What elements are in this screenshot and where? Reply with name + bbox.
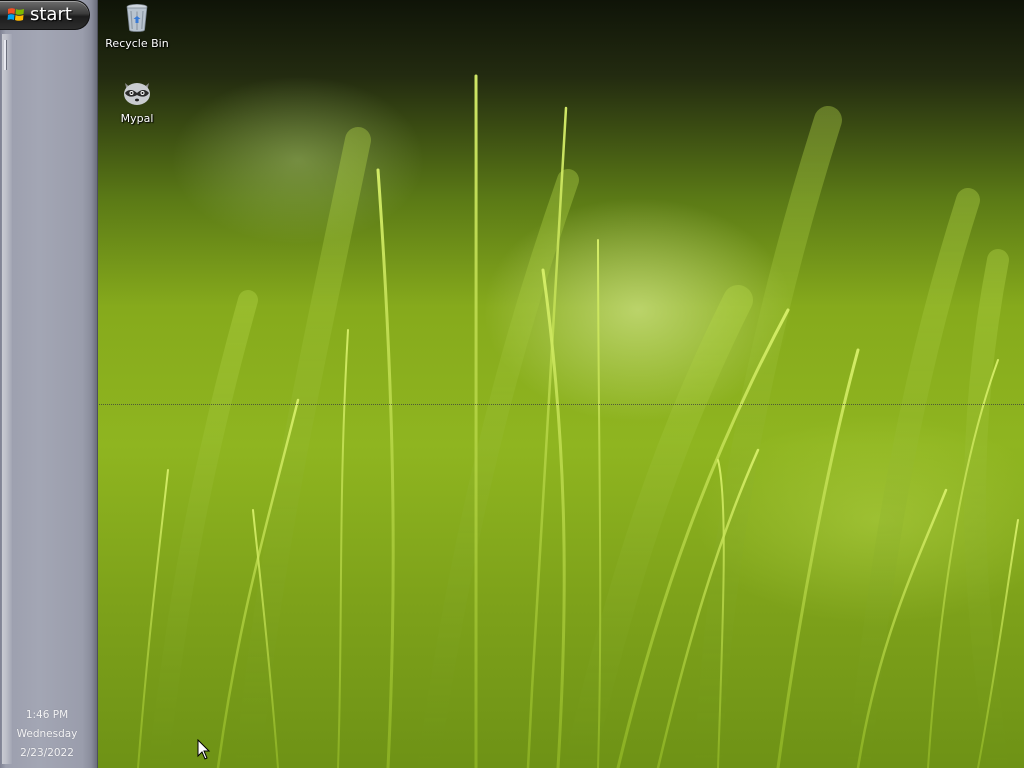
- desktop-wallpaper: [98, 0, 1024, 768]
- recycle-bin-icon: [121, 2, 153, 34]
- clock-day: Wednesday: [16, 728, 78, 740]
- taskbar-highlight: [2, 34, 12, 764]
- desktop-icon-recycle-bin[interactable]: Recycle Bin: [97, 2, 177, 50]
- windows-logo-icon: [7, 6, 25, 24]
- mouse-cursor-icon: [197, 739, 211, 760]
- taskbar-resize-grip[interactable]: [4, 40, 7, 70]
- taskbar: start 1:46 PM Wednesday 2/23/2022: [0, 0, 98, 768]
- recycle-bin-label: Recycle Bin: [105, 37, 169, 50]
- dotted-guide-line: [0, 404, 1024, 405]
- start-button[interactable]: start: [0, 0, 90, 30]
- mypal-raccoon-icon: [121, 77, 153, 109]
- grass-wallpaper-art: [137, 74, 1019, 768]
- clock-time: 1:46 PM: [25, 709, 69, 721]
- clock-date: 2/23/2022: [20, 747, 74, 759]
- desktop-icon-mypal[interactable]: Mypal: [97, 77, 177, 125]
- taskbar-clock[interactable]: 1:46 PM Wednesday 2/23/2022: [0, 706, 94, 763]
- start-label: start: [30, 4, 72, 25]
- mypal-label: Mypal: [120, 112, 154, 125]
